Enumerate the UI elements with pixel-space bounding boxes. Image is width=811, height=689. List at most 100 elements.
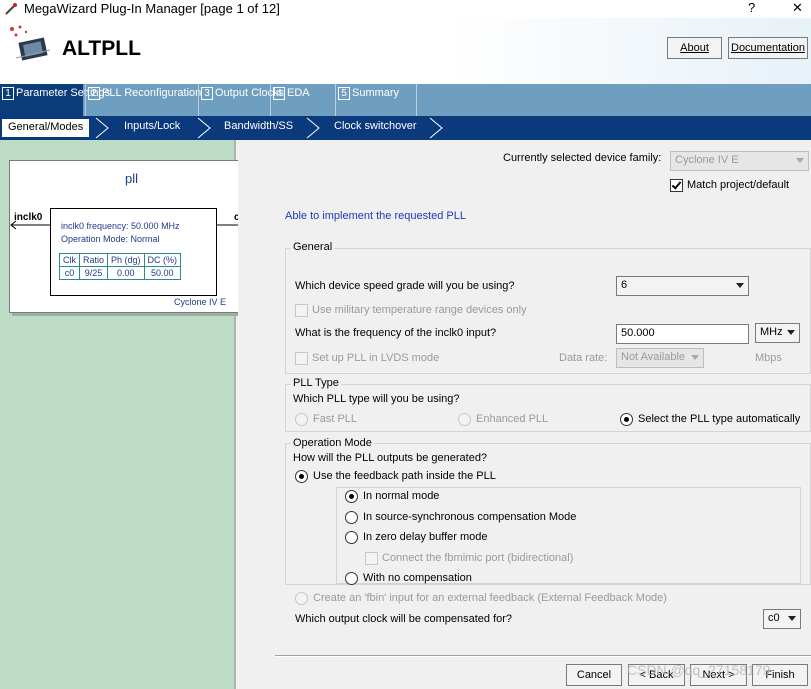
table-cell: 9/25 xyxy=(78,266,109,280)
data-rate-unit: Mbps xyxy=(755,352,782,364)
step-label: Parameter Settings xyxy=(16,87,111,99)
close-button[interactable]: ✕ xyxy=(792,0,803,16)
fast-pll-label: Fast PLL xyxy=(313,413,358,425)
documentation-button[interactable]: Documentation xyxy=(728,37,808,59)
match-project-checkbox[interactable] xyxy=(670,179,683,192)
subtab-general-modes[interactable]: General/Modes xyxy=(2,119,90,137)
source-sync-label: In source-synchronous compensation Mode xyxy=(363,511,577,523)
wizard-wand-icon xyxy=(5,3,17,15)
radio-dot xyxy=(624,417,629,422)
fbmimic-label: Connect the fbmimic port (bidirectional) xyxy=(382,552,574,564)
table-header-row: Clk Ratio Ph (dg) DC (%) xyxy=(59,253,182,267)
chevron-separator-icon xyxy=(95,117,109,139)
help-button[interactable]: ? xyxy=(748,0,755,15)
table-header: DC (%) xyxy=(143,253,182,267)
tab-parameter-settings[interactable]: 1 Parameter Settings xyxy=(0,84,111,116)
operation-mode-question: How will the PLL outputs be generated? xyxy=(293,452,488,464)
step-label: Summary xyxy=(352,87,400,99)
no-compensation-radio[interactable] xyxy=(345,572,358,585)
step-number: 1 xyxy=(2,87,14,100)
frequency-input[interactable]: 50.000 xyxy=(616,324,749,344)
external-feedback-label: Create an 'fbin' input for an external f… xyxy=(313,592,667,604)
status-message: Able to implement the requested PLL xyxy=(285,210,467,222)
tab-summary[interactable]: 5 Summary xyxy=(335,84,417,116)
feedback-path-radio[interactable] xyxy=(295,470,308,483)
zero-delay-label: In zero delay buffer mode xyxy=(363,531,488,543)
radio-dot xyxy=(349,494,354,499)
normal-mode-label: In normal mode xyxy=(363,490,440,502)
product-title: ALTPLL xyxy=(62,37,141,60)
auto-select-pll-label: Select the PLL type automatically xyxy=(638,413,801,425)
external-feedback-radio[interactable] xyxy=(295,592,308,605)
pll-instance-name: pll xyxy=(124,171,138,186)
subtab-bandwidth-ss[interactable]: Bandwidth/SS xyxy=(224,120,293,132)
speed-grade-question: Which device speed grade will you be usi… xyxy=(295,280,515,292)
zero-delay-radio[interactable] xyxy=(345,531,358,544)
frequency-unit-value: MHz xyxy=(760,326,783,338)
clock-summary-table: Clk Ratio Ph (dg) DC (%) c0 9/25 0.00 50… xyxy=(59,253,182,280)
subtab-clock-switchover[interactable]: Clock switchover xyxy=(334,120,417,132)
step-number: 2 xyxy=(88,87,100,100)
chevron-down-icon xyxy=(691,355,699,360)
pll-type-group-label: PLL Type xyxy=(291,377,341,389)
data-rate-label: Data rate: xyxy=(559,352,608,364)
table-header: Ph (dg) xyxy=(107,253,145,267)
feedback-path-label: Use the feedback path inside the PLL xyxy=(313,470,496,482)
fast-pll-radio[interactable] xyxy=(295,413,308,426)
source-sync-radio[interactable] xyxy=(345,511,358,524)
normal-mode-radio[interactable] xyxy=(345,490,358,503)
device-family-label: Currently selected device family: xyxy=(503,152,662,164)
table-header: Clk xyxy=(59,253,80,267)
device-family-value: Cyclone IV E xyxy=(675,154,739,166)
table-cell: 50.00 xyxy=(143,266,182,280)
sub-tabs: General/Modes Inputs/Lock Bandwidth/SS C… xyxy=(0,116,811,140)
table-cell: 0.00 xyxy=(107,266,145,280)
pll-type-question: Which PLL type will you be using? xyxy=(293,393,460,405)
enhanced-pll-radio[interactable] xyxy=(458,413,471,426)
lvds-mode-checkbox[interactable] xyxy=(295,352,308,365)
compensate-clock-select[interactable]: c0 xyxy=(763,609,801,629)
step-number: 3 xyxy=(201,87,213,100)
table-cell: c0 xyxy=(59,266,80,280)
radio-dot xyxy=(299,474,304,479)
device-family-select[interactable]: Cyclone IV E xyxy=(670,151,809,171)
frequency-question: What is the frequency of the inclk0 inpu… xyxy=(295,327,497,339)
step-number: 4 xyxy=(273,87,285,100)
fbmimic-checkbox[interactable] xyxy=(365,552,378,565)
wizard-steps: 1 Parameter Settings 2 PLL Reconfiguration… xyxy=(0,84,811,116)
tab-pll-reconfiguration[interactable]: 2 PLL Reconfiguration xyxy=(85,84,202,116)
operation-mode-text: Operation Mode: Normal xyxy=(61,234,160,244)
general-group-label: General xyxy=(291,241,335,253)
pll-core-box: inclk0 frequency: 50.000 MHz Operation M… xyxy=(50,208,217,296)
lvds-mode-label: Set up PLL in LVDS mode xyxy=(312,352,440,364)
compensate-question: Which output clock will be compensated f… xyxy=(295,613,513,625)
frequency-value: 50.000 xyxy=(621,327,655,339)
chevron-separator-icon xyxy=(197,117,211,139)
tab-eda[interactable]: 4 EDA xyxy=(270,84,333,116)
watermark: CSDN @qq_27158179 xyxy=(627,662,771,678)
checkmark-icon xyxy=(671,179,682,190)
window-title: MegaWizard Plug-In Manager [page 1 of 12… xyxy=(24,1,280,16)
about-button[interactable]: About xyxy=(667,37,722,59)
chevron-down-icon xyxy=(788,616,796,621)
cancel-button[interactable]: Cancel xyxy=(566,664,622,686)
chevron-down-icon xyxy=(787,330,795,335)
table-row: c0 9/25 0.00 50.00 xyxy=(59,266,182,280)
chevron-down-icon xyxy=(736,283,744,288)
military-temp-checkbox[interactable] xyxy=(295,304,308,317)
footer-divider xyxy=(275,655,811,657)
documentation-button-label: Documentation xyxy=(731,42,805,54)
altera-chip-icon xyxy=(10,25,51,61)
device-family-label: Cyclone IV E xyxy=(174,297,227,307)
data-rate-select[interactable]: Not Available xyxy=(616,348,704,368)
speed-grade-select[interactable]: 6 xyxy=(616,276,749,296)
inclk-frequency-text: inclk0 frequency: 50.000 MHz xyxy=(61,221,180,231)
chevron-separator-icon xyxy=(306,117,320,139)
tab-output-clocks[interactable]: 3 Output Clocks xyxy=(198,84,284,116)
chevron-separator-icon xyxy=(429,117,443,139)
subtab-inputs-lock[interactable]: Inputs/Lock xyxy=(124,120,180,132)
step-label: PLL Reconfiguration xyxy=(102,87,202,99)
step-label: EDA xyxy=(287,87,310,99)
frequency-unit-select[interactable]: MHz xyxy=(755,323,800,343)
auto-select-pll-radio[interactable] xyxy=(620,413,633,426)
